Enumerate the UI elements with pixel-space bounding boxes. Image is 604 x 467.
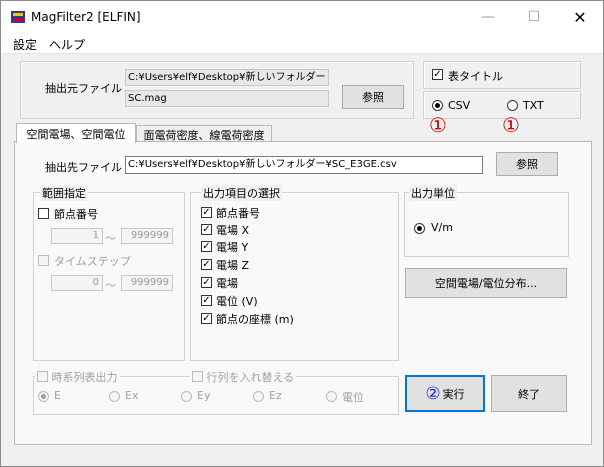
item-field-x-label: 電場 X — [216, 224, 250, 237]
item-field-checkbox[interactable]: ✓ — [201, 277, 212, 288]
ts-label-potential: 電位 — [342, 391, 364, 404]
ts-label-ey: Ey — [197, 389, 211, 402]
node-number-label: 節点番号 — [54, 208, 98, 221]
source-file-field[interactable]: SC.mag — [125, 90, 329, 107]
unit-vm-label: V/m — [431, 221, 453, 234]
title-bar: MagFilter2 [ELFIN] — ☐ ✕ — [1, 1, 603, 33]
item-field-z-checkbox[interactable]: ✓ — [201, 259, 212, 270]
node-from-field[interactable]: 1 — [51, 228, 103, 244]
maximize-button[interactable]: ☐ — [511, 1, 557, 33]
time-step-checkbox[interactable] — [38, 255, 49, 266]
output-unit-group: 出力単位 — [404, 185, 569, 257]
item-field-y-label: 電場 Y — [216, 241, 249, 254]
txt-label: TXT — [523, 99, 544, 112]
item-node-coords-checkbox[interactable]: ✓ — [201, 313, 212, 324]
ts-radio-ey[interactable] — [181, 391, 192, 402]
source-browse-button[interactable]: 参照 — [342, 85, 404, 109]
item-node-coords-label: 節点の座標 (m) — [216, 313, 294, 326]
close-button[interactable]: ✕ — [557, 1, 603, 33]
node-tilde: ～ — [105, 232, 116, 245]
ts-label-ez: Ez — [269, 389, 282, 402]
minimize-button[interactable]: — — [465, 1, 511, 33]
ts-label-ex: Ex — [125, 389, 139, 402]
ts-radio-e[interactable] — [38, 391, 49, 402]
node-to-field[interactable]: 999999 — [121, 228, 173, 244]
time-tilde: ～ — [105, 279, 116, 292]
ts-radio-potential[interactable] — [326, 391, 337, 402]
time-to-field[interactable]: 999999 — [121, 275, 173, 291]
table-title-checkbox[interactable]: ✓ — [432, 69, 443, 80]
dest-browse-button[interactable]: 参照 — [496, 152, 558, 176]
item-field-label: 電場 — [216, 277, 238, 290]
app-icon — [11, 11, 25, 23]
swap-rows-title: 行列を入れ替える — [206, 371, 295, 384]
ts-radio-ez[interactable] — [253, 391, 264, 402]
output-unit-title: 出力単位 — [409, 185, 457, 201]
source-label: 抽出元ファイル — [45, 82, 122, 95]
item-node-number-label: 節点番号 — [216, 207, 260, 220]
run-button-label: 実行 — [442, 387, 465, 401]
menu-settings[interactable]: 設定 — [13, 36, 37, 53]
csv-marker-annotation: ① — [429, 113, 447, 137]
output-items-title: 出力項目の選択 — [201, 185, 282, 201]
item-field-x-checkbox[interactable]: ✓ — [201, 224, 212, 235]
item-node-number-checkbox[interactable]: ✓ — [201, 207, 212, 218]
timeseries-title: 時系列表出力 — [51, 371, 118, 384]
tab-spatial-field-label: 空間電場、空間電位 — [26, 127, 126, 141]
item-potential-label: 電位 (V) — [216, 295, 258, 308]
table-title-label: 表タイトル — [448, 70, 503, 83]
dest-label: 抽出先ファイル — [45, 161, 122, 174]
time-from-field[interactable]: 0 — [51, 275, 103, 291]
run-marker-annotation: ② — [425, 383, 441, 404]
spatial-distribution-button[interactable]: 空間電場/電位分布... — [405, 268, 567, 298]
timeseries-checkbox[interactable] — [37, 371, 48, 382]
csv-radio[interactable] — [432, 100, 443, 111]
ts-label-e: E — [54, 389, 61, 402]
dest-path-field[interactable]: C:¥Users¥elf¥Desktop¥新しいフォルダー¥SC_E3GE.cs… — [125, 156, 483, 174]
ts-radio-ex[interactable] — [109, 391, 120, 402]
txt-radio[interactable] — [507, 100, 518, 111]
window-title: MagFilter2 [ELFIN] — [31, 10, 141, 24]
menu-help[interactable]: ヘルプ — [49, 36, 85, 53]
item-potential-checkbox[interactable]: ✓ — [201, 295, 212, 306]
source-path-field[interactable]: C:¥Users¥elf¥Desktop¥新しいフォルダー — [125, 69, 329, 86]
txt-marker-annotation: ① — [502, 113, 520, 137]
unit-vm-radio[interactable] — [414, 223, 425, 234]
item-field-y-checkbox[interactable]: ✓ — [201, 241, 212, 252]
node-number-checkbox[interactable] — [38, 208, 49, 219]
range-group-title: 範囲指定 — [40, 185, 88, 201]
time-step-label: タイムステップ — [54, 255, 131, 268]
swap-rows-checkbox[interactable] — [192, 371, 203, 382]
run-button[interactable]: ② 実行 — [405, 375, 485, 412]
timeseries-header: 時系列表出力 — [35, 369, 120, 385]
tab-spatial-field[interactable]: 空間電場、空間電位 — [16, 123, 136, 143]
main-window: MagFilter2 [ELFIN] — ☐ ✕ 設定 ヘルプ 抽出元ファイル … — [0, 0, 604, 467]
item-field-z-label: 電場 Z — [216, 259, 250, 272]
csv-label: CSV — [448, 99, 471, 112]
swap-header: 行列を入れ替える — [190, 369, 297, 385]
exit-button[interactable]: 終了 — [491, 375, 567, 412]
menu-bar: 設定 ヘルプ — [1, 33, 603, 54]
